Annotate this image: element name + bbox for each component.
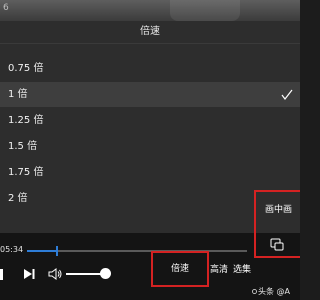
- speed-option-1-75[interactable]: 1.75 倍: [0, 160, 300, 185]
- speed-option-0-75[interactable]: 0.75 倍: [0, 56, 300, 81]
- speed-option-label: 0.75 倍: [8, 63, 44, 74]
- progress-fill: [27, 250, 56, 252]
- speed-option-label: 2 倍: [8, 193, 28, 204]
- menu-divider: [0, 43, 300, 44]
- episode-button[interactable]: 选集: [233, 262, 251, 275]
- speed-menu-title: 倍速: [140, 26, 160, 37]
- speed-button[interactable]: 倍速: [153, 253, 207, 285]
- speed-option-1-25[interactable]: 1.25 倍: [0, 108, 300, 133]
- check-icon: [281, 89, 293, 100]
- current-time: 05:34: [0, 245, 24, 254]
- progress-thumb[interactable]: [55, 246, 58, 256]
- speed-option-label: 1 倍: [8, 89, 28, 100]
- pip-highlight: 画中画: [254, 190, 300, 258]
- speed-option-1[interactable]: 1 倍: [0, 82, 300, 107]
- pip-icon[interactable]: [270, 237, 284, 251]
- quality-button[interactable]: 高清: [210, 262, 230, 275]
- speed-option-label: 1.25 倍: [8, 115, 44, 126]
- speed-option-label: 1.5 倍: [8, 141, 38, 152]
- speed-option-label: 1.75 倍: [8, 167, 44, 178]
- preview-label: 6: [3, 3, 9, 13]
- video-preview-strip: 6: [0, 0, 300, 21]
- volume-icon[interactable]: [48, 267, 63, 281]
- watermark-logo-icon: [252, 289, 257, 294]
- video-player: 6 倍速 0.75 倍 1 倍 1.25 倍 1.5 倍 1.75 倍 2 倍 …: [0, 0, 300, 300]
- watermark-text: 头条 @A: [258, 287, 291, 296]
- pip-button[interactable]: 画中画: [265, 202, 292, 215]
- next-icon[interactable]: [22, 267, 36, 281]
- preview-shape: [170, 0, 240, 21]
- volume-thumb[interactable]: [100, 268, 111, 279]
- progress-bar[interactable]: [27, 246, 247, 256]
- speed-highlight: 倍速: [151, 251, 209, 287]
- speed-option-1-5[interactable]: 1.5 倍: [0, 134, 300, 159]
- play-pause-button[interactable]: [0, 269, 3, 280]
